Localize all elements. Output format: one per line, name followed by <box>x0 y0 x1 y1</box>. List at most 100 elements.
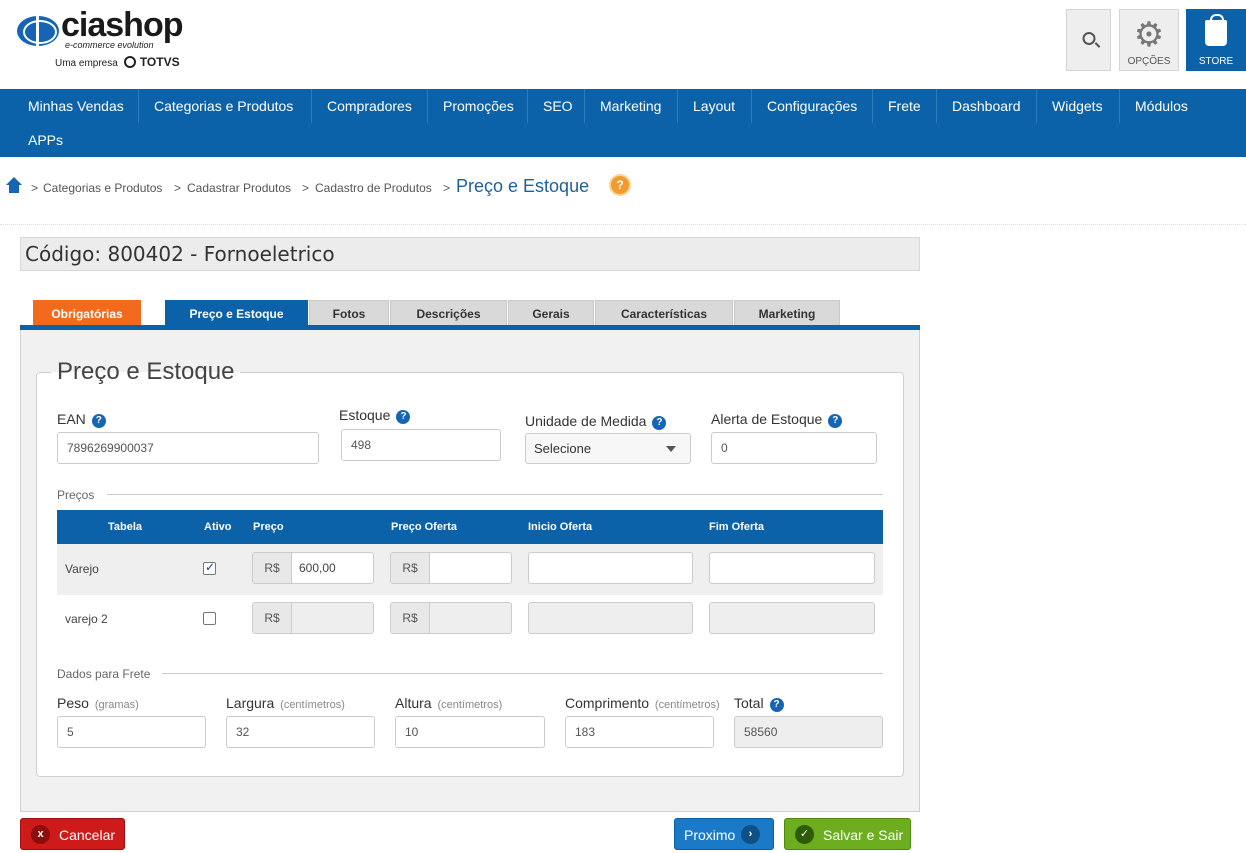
tab-obrigatorias[interactable]: Obrigatórias <box>33 300 141 326</box>
nav-item-modulos[interactable]: Módulos <box>1120 89 1203 123</box>
tab-caracteristicas[interactable]: Características <box>595 300 733 326</box>
unidade-select-value: Selecione <box>534 441 592 456</box>
cancel-button[interactable]: x Cancelar <box>20 818 125 850</box>
options-label: OPÇÕES <box>1127 56 1171 67</box>
breadcrumb-item-categorias[interactable]: Categorias e Produtos <box>43 181 162 195</box>
nav-item-categorias-produtos[interactable]: Categorias e Produtos <box>139 89 308 123</box>
help-icon[interactable]: ? <box>652 416 667 430</box>
col-inicio-oferta: Inicio Oferta <box>528 521 593 533</box>
close-icon: x <box>31 825 50 844</box>
fim-oferta-input[interactable] <box>709 602 875 634</box>
fim-oferta-input[interactable] <box>709 552 875 584</box>
search-button[interactable] <box>1066 9 1111 71</box>
preco-input[interactable]: R$ 600,00 <box>252 552 374 584</box>
nav-item-marketing[interactable]: Marketing <box>585 89 676 123</box>
altura-label-text: Altura <box>395 695 432 711</box>
header: ciashop e-commerce evolution Uma empresa… <box>0 0 1246 89</box>
precos-section-label: Preços <box>57 488 95 502</box>
col-preco: Preço <box>253 521 284 533</box>
estoque-input[interactable]: 498 <box>341 429 501 461</box>
nav-item-compradores[interactable]: Compradores <box>312 89 427 123</box>
row-tabela-name: Varejo <box>65 562 99 576</box>
next-button[interactable]: Proximo › <box>674 818 774 850</box>
store-button[interactable]: STORE <box>1186 9 1246 71</box>
nav-item-dashboard[interactable]: Dashboard <box>937 89 1036 123</box>
ean-label-text: EAN <box>57 411 86 427</box>
currency-prefix: R$ <box>253 553 292 583</box>
tab-preco-estoque[interactable]: Preço e Estoque <box>165 300 308 326</box>
check-icon: ✓ <box>795 825 814 844</box>
unidade-label-text: Unidade de Medida <box>525 413 647 429</box>
product-code-title: Código: 800402 - Fornoeletrico <box>20 237 920 271</box>
peso-input[interactable]: 5 <box>57 716 206 748</box>
nav-item-promocoes[interactable]: Promoções <box>428 89 529 123</box>
precos-table-header: Tabela Ativo Preço Preço Oferta Inicio O… <box>57 510 883 544</box>
altura-unit: (centímetros) <box>437 699 503 711</box>
unidade-label: Unidade de Medida? <box>525 413 667 430</box>
tab-descricoes[interactable]: Descrições <box>390 300 507 326</box>
gear-icon: ⚙ <box>1133 16 1165 54</box>
col-ativo: Ativo <box>204 521 232 533</box>
breadcrumb-separator: > <box>302 181 310 195</box>
divider <box>0 224 1246 225</box>
unidade-select[interactable]: Selecione <box>525 433 691 464</box>
nav-item-configuracoes[interactable]: Configurações <box>752 89 872 123</box>
breadcrumb-current: Preço e Estoque <box>456 176 590 196</box>
breadcrumb-separator: > <box>443 181 451 195</box>
currency-prefix: R$ <box>391 603 430 633</box>
peso-unit: (gramas) <box>94 699 139 711</box>
nav-item-seo[interactable]: SEO <box>528 89 588 123</box>
preco-oferta-input[interactable]: R$ <box>390 552 512 584</box>
nav-item-minhas-vendas[interactable]: Minhas Vendas <box>13 89 139 123</box>
options-button[interactable]: ⚙ OPÇÕES <box>1119 9 1179 71</box>
ean-input[interactable]: 7896269900037 <box>57 432 319 464</box>
altura-label: Altura (centímetros) <box>395 695 502 711</box>
breadcrumb-item-cadastrar[interactable]: Cadastrar Produtos <box>187 181 291 195</box>
peso-label-text: Peso <box>57 695 89 711</box>
comprimento-input[interactable]: 183 <box>565 716 714 748</box>
alerta-label-text: Alerta de Estoque <box>711 411 823 427</box>
shopping-bag-icon <box>1205 14 1227 46</box>
preco-value: 600,00 <box>299 561 336 575</box>
brand-sub-name: TOTVS <box>139 55 180 69</box>
ativo-checkbox[interactable] <box>203 560 216 575</box>
nav-item-frete[interactable]: Frete <box>873 89 936 123</box>
cancel-label: Cancelar <box>59 827 116 843</box>
help-icon[interactable]: ? <box>769 698 784 712</box>
alerta-input[interactable]: 0 <box>711 432 877 464</box>
brand-tagline: e-commerce evolution <box>65 40 154 50</box>
help-icon[interactable]: ? <box>91 414 106 428</box>
preco-oferta-input[interactable]: R$ <box>390 602 512 634</box>
next-label: Proximo <box>684 827 736 843</box>
save-exit-button[interactable]: ✓ Salvar e Sair <box>784 818 911 850</box>
help-icon[interactable]: ? <box>611 176 629 194</box>
col-fim-oferta: Fim Oferta <box>709 521 765 533</box>
tab-gerais[interactable]: Gerais <box>508 300 594 326</box>
inicio-oferta-input[interactable] <box>528 552 693 584</box>
help-icon[interactable]: ? <box>828 414 843 428</box>
inicio-oferta-input[interactable] <box>528 602 693 634</box>
preco-input[interactable]: R$ <box>252 602 374 634</box>
ativo-checkbox[interactable] <box>203 612 216 625</box>
home-icon[interactable] <box>5 177 23 193</box>
breadcrumb-separator: > <box>174 181 182 195</box>
altura-input[interactable]: 10 <box>395 716 545 748</box>
tab-marketing[interactable]: Marketing <box>734 300 840 326</box>
help-icon[interactable]: ? <box>396 410 411 424</box>
chevron-right-icon: › <box>741 825 760 844</box>
largura-input[interactable]: 32 <box>226 716 375 748</box>
largura-label-text: Largura <box>226 695 275 711</box>
nav-item-layout[interactable]: Layout <box>678 89 750 123</box>
comprimento-unit: (centímetros) <box>654 699 720 711</box>
breadcrumb-item-cadastro[interactable]: Cadastro de Produtos <box>315 181 432 195</box>
peso-label: Peso (gramas) <box>57 695 139 711</box>
nav-item-apps[interactable]: APPs <box>13 123 78 157</box>
section-divider <box>107 494 883 495</box>
breadcrumb-separator: > <box>31 181 39 195</box>
ciashop-logo[interactable]: ciashop e-commerce evolution Uma empresa… <box>17 6 187 72</box>
currency-prefix: R$ <box>253 603 292 633</box>
nav-item-widgets[interactable]: Widgets <box>1037 89 1118 123</box>
tab-fotos[interactable]: Fotos <box>309 300 389 326</box>
main-nav: Minhas Vendas Categorias e Produtos Comp… <box>0 89 1246 157</box>
col-tabela: Tabela <box>108 521 143 533</box>
